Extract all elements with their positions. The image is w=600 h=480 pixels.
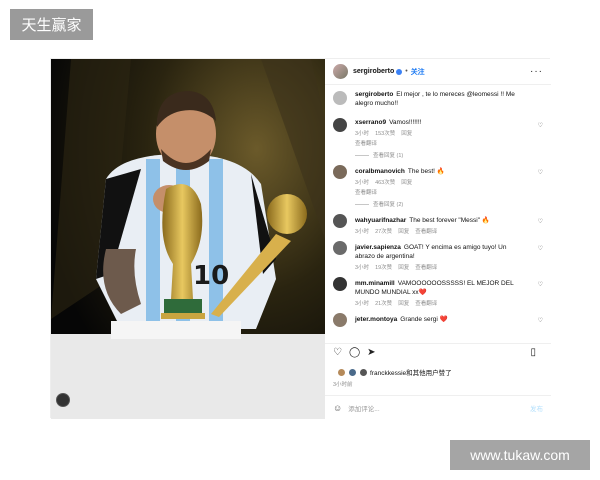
watermark-top: 天生赢家 (10, 9, 93, 40)
commenter-avatar[interactable] (333, 313, 347, 327)
view-replies-label[interactable]: 查看回复 (2) (373, 200, 403, 208)
list-item: wahyuarifnazhar The best forever "Messi" … (325, 208, 551, 235)
heart-icon[interactable]: ♡ (538, 122, 543, 129)
comment-meta: 3小时 27次赞 回复 查看翻译 (355, 227, 543, 235)
reply-button[interactable]: 回复 (401, 131, 412, 137)
liker-avatar (359, 367, 368, 377)
author-avatar[interactable] (333, 91, 347, 105)
reply-button[interactable]: 回复 (401, 180, 412, 186)
translate-link[interactable]: 查看翻译 (355, 139, 543, 147)
heart-icon[interactable]: ♡ (538, 169, 543, 176)
verified-icon (396, 68, 403, 75)
comment-text: mm.minamill VAMOOOOOOSSSSS! EL MEJOR DEL … (355, 279, 543, 297)
comment-likes[interactable]: 463次赞 (375, 180, 395, 186)
comment-body: Grande sergi ❤️ (400, 316, 448, 323)
caption-text: sergiroberto El mejor , te lo mereces @le… (355, 90, 543, 108)
liked-by-text[interactable]: franckkessie和其他用户赞了 (370, 367, 452, 377)
comment-meta: 3小时 463次赞 回复 (355, 178, 543, 186)
follow-button[interactable]: 关注 (411, 67, 425, 77)
heart-icon[interactable]: ♡ (333, 347, 342, 358)
comment-username[interactable]: wahyuarifnazhar (355, 217, 406, 224)
messi-world-cup-photo: 10 (51, 59, 325, 419)
comment-text: xserrano9 Vamos!!!!!!! (355, 118, 543, 127)
comment-panel: sergiroberto • 关注 ··· sergiroberto El mej… (325, 59, 551, 419)
commenter-avatar[interactable] (333, 118, 347, 132)
view-replies-label[interactable]: 查看回复 (1) (373, 151, 403, 159)
comment-username[interactable]: xserrano9 (355, 119, 386, 126)
list-item: jeter.montoya Grande sergi ❤️ ♡ (325, 307, 551, 327)
replies-divider (355, 203, 369, 205)
list-item: coralbmanovich The best! 🔥 3小时 463次赞 回复 查看翻… (325, 159, 551, 208)
comment-username[interactable]: jeter.montoya (355, 316, 397, 323)
comment-input[interactable]: 添加评论... (348, 403, 379, 413)
heart-icon[interactable]: ♡ (538, 317, 543, 324)
comment-body: The best! 🔥 (407, 168, 445, 175)
heart-icon[interactable]: ♡ (538, 245, 543, 252)
instagram-post: 10 sergiroberto • 关注 ··· sergiroberto El… (50, 58, 551, 419)
comment-username[interactable]: javier.sapienza (355, 244, 401, 251)
separator-dot: • (405, 68, 408, 75)
translate-link[interactable]: 查看翻译 (355, 188, 543, 196)
caption: sergiroberto El mejor , te lo mereces @le… (325, 85, 551, 112)
svg-text:10: 10 (193, 261, 229, 291)
comment-likes[interactable]: 153次赞 (375, 131, 395, 137)
add-comment-bar: ☺ 添加评论... 发布 (325, 395, 551, 419)
liked-by[interactable]: franckkessie和其他用户赞了 (333, 367, 452, 377)
list-item: mm.minamill VAMOOOOOOSSSSS! EL MEJOR DEL … (325, 271, 551, 307)
view-replies[interactable]: 查看回复 (1) (355, 151, 543, 159)
commenter-avatar[interactable] (333, 241, 347, 255)
comment-list[interactable]: sergiroberto El mejor , te lo mereces @le… (325, 85, 551, 343)
commenter-avatar[interactable] (333, 165, 347, 179)
post-header: sergiroberto • 关注 ··· (325, 59, 551, 85)
comment-text: wahyuarifnazhar The best forever "Messi" … (355, 216, 543, 225)
author-avatar[interactable] (333, 64, 348, 79)
commenter-avatar[interactable] (333, 277, 347, 291)
comment-text: coralbmanovich The best! 🔥 (355, 167, 543, 176)
comment-meta: 3小时 21次赞 回复 查看翻译 (355, 299, 543, 307)
heart-icon[interactable]: ♡ (538, 218, 543, 225)
comment-time: 3小时 (355, 131, 370, 137)
post-photo: 10 (51, 59, 325, 419)
comment-meta: 3小时 153次赞 回复 (355, 129, 543, 137)
more-icon[interactable]: ··· (530, 66, 543, 77)
comment-username[interactable]: coralbmanovich (355, 168, 405, 175)
comment-text: javier.sapienza GOAT! Y encima es amigo t… (355, 243, 543, 261)
share-icon[interactable]: ➤ (367, 347, 375, 358)
post-time: 3小时前 (333, 382, 353, 388)
user-tag-icon[interactable] (56, 393, 70, 407)
caption-username[interactable]: sergiroberto (355, 91, 393, 98)
liker-avatar (348, 367, 357, 377)
author-username[interactable]: sergiroberto (353, 68, 394, 75)
replies-divider (355, 154, 369, 156)
commenter-avatar[interactable] (333, 214, 347, 228)
comment-time: 3小时 (355, 180, 370, 186)
view-replies[interactable]: 查看回复 (2) (355, 200, 543, 208)
post-button[interactable]: 发布 (530, 403, 543, 413)
comment-body: The best forever "Messi" 🔥 (409, 217, 490, 224)
liker-avatar (337, 367, 346, 377)
list-item: javier.sapienza GOAT! Y encima es amigo t… (325, 235, 551, 271)
comment-text: jeter.montoya Grande sergi ❤️ (355, 315, 543, 324)
heart-icon[interactable]: ♡ (538, 281, 543, 288)
comment-body: Vamos!!!!!!! (389, 119, 422, 126)
bookmark-icon[interactable]: ▯ (530, 347, 536, 358)
comment-username[interactable]: mm.minamill (355, 280, 395, 287)
action-bar: ♡ ◯ ➤ ▯ (325, 343, 551, 361)
list-item: xserrano9 Vamos!!!!!!! 3小时 153次赞 回复 查看翻译 查看… (325, 112, 551, 159)
comment-icon[interactable]: ◯ (349, 347, 360, 358)
comment-meta: 3小时 19次赞 回复 查看翻译 (355, 263, 543, 271)
emoji-icon[interactable]: ☺ (333, 403, 342, 413)
watermark-bottom: www.tukaw.com (450, 440, 590, 470)
